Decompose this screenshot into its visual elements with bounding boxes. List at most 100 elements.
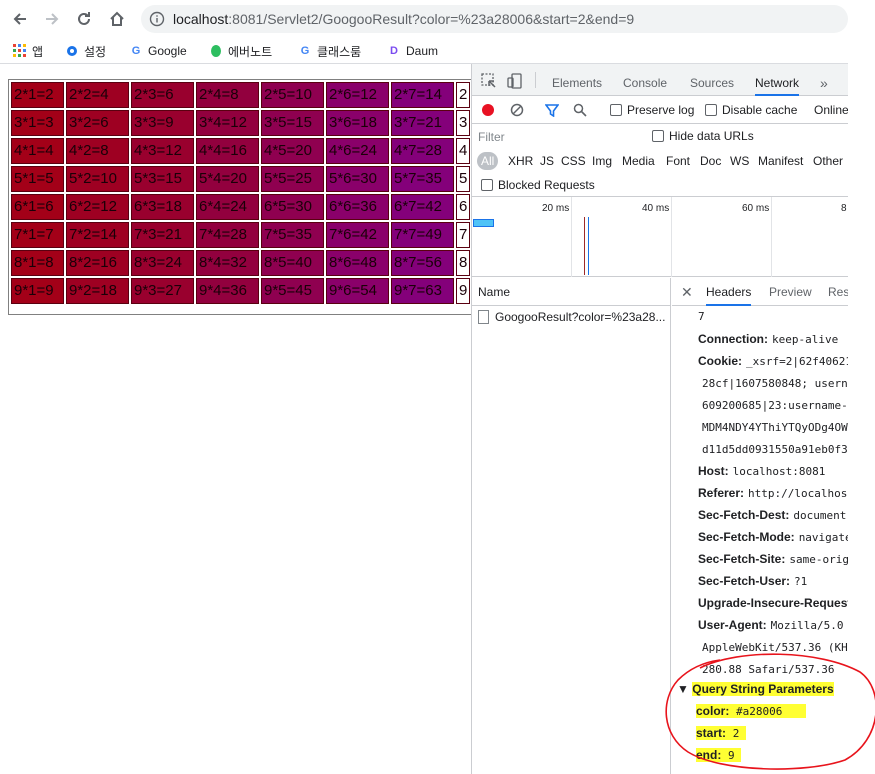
header-value: ?1 [794,575,808,588]
network-overview-timeline[interactable]: 20 ms 40 ms 60 ms 8 [472,197,848,277]
header-name: Sec-Fetch-User: [698,574,791,588]
forward-button[interactable] [41,8,63,30]
table-cell: 5*2=10 [66,166,129,192]
header-line: AppleWebKit/537.36 (KHT [698,640,848,654]
query-string-title: Query String Parameters [692,682,834,696]
bookmark-label: Google [148,44,187,58]
bookmarks-bar: 앱 설정 G Google 에버노트 G 클래스룸 D Daum [0,38,848,64]
address-bar[interactable]: localhost:8081/Servlet2/GoogooResult?col… [141,5,848,33]
table-cell: 8*7=56 [391,250,454,276]
tab-preview[interactable]: Preview [769,278,812,306]
bookmark-evernote[interactable]: 에버노트 [209,42,272,60]
table-cell: 6*3=18 [131,194,194,220]
throttling-select[interactable]: Online [814,103,848,117]
header-value: document [793,509,847,522]
device-toolbar-icon[interactable] [506,72,524,90]
filter-input[interactable] [476,127,638,146]
bookmark-settings[interactable]: 설정 [65,42,106,60]
url-text[interactable]: localhost:8081/Servlet2/GoogooResult?col… [173,11,634,27]
table-cell: 4*2=8 [66,138,129,164]
table-cell: 5*4=20 [196,166,259,192]
header-line: 28cf|1607580848; userna [698,376,848,390]
param-key: color: [696,704,730,718]
header-line: User-Agent: Mozilla/5.0 [698,618,844,632]
inspect-element-icon[interactable] [480,72,498,90]
gear-icon [67,46,77,56]
record-icon[interactable] [481,103,495,117]
table-cell: 7*3=21 [131,222,194,248]
checkbox-box [652,130,664,142]
tab-response[interactable]: Res [828,278,848,306]
table-cell: 6*7=42 [391,194,454,220]
type-filter-img[interactable]: Img [592,152,612,170]
type-filter-manifest[interactable]: Manifest [758,152,803,170]
table-row: 5*1=5 5*2=10 5*3=15 5*4=20 5*5=25 5*6=30 5*7=3… [11,166,471,192]
table-cell: 7*4=28 [196,222,259,248]
bookmark-apps[interactable]: 앱 [13,42,43,60]
reload-button[interactable] [73,8,95,30]
checkbox-box [481,179,493,191]
bookmark-daum[interactable]: D Daum [387,42,438,60]
tab-console[interactable]: Console [623,64,667,96]
bookmark-google[interactable]: G Google [129,42,187,60]
hide-data-urls-checkbox[interactable]: Hide data URLs [652,129,754,143]
blocked-requests-label: Blocked Requests [498,178,595,192]
query-param-color: color: #a28006 [696,702,806,720]
tab-network[interactable]: Network [755,64,800,96]
tab-sources[interactable]: Sources [690,64,734,96]
header-value: d11d5dd0931550a91eb0f32 [702,443,848,456]
request-row[interactable]: GoogooResult?color=%23a28... [472,306,670,328]
type-filter-xhr[interactable]: XHR [508,152,533,170]
header-line: Referer: http://localhos [698,486,847,500]
blocked-requests-checkbox[interactable]: Blocked Requests [481,178,595,192]
type-filter-font[interactable]: Font [666,152,690,170]
home-button[interactable] [106,8,128,30]
type-filter-all[interactable]: All [477,152,499,170]
table-cell: 2*7=14 [391,82,454,108]
back-button[interactable] [9,8,31,30]
timeline-tick: 40 ms [642,203,670,214]
header-fragment: 7 [698,310,705,323]
table-row: 2*1=2 2*2=4 2*3=6 2*4=8 2*5=10 2*6=12 2*7=14 2 [11,82,471,108]
table-cell: 4*4=16 [196,138,259,164]
table-cell: 3*2=6 [66,110,129,136]
table-cell: 8*6=48 [326,250,389,276]
table-cell: 8*2=16 [66,250,129,276]
type-filter-other[interactable]: Other [813,152,843,170]
type-filter-media[interactable]: Media [622,152,655,170]
more-tabs-button[interactable]: » [820,64,828,96]
request-timing-bar [473,219,494,227]
type-filter-js[interactable]: JS [540,152,554,170]
header-value: 280.88 Safari/537.36 [702,663,835,676]
param-value: #a28006 [736,705,783,718]
list-header-name[interactable]: Name [472,278,670,306]
type-filter-doc[interactable]: Doc [700,152,721,170]
close-detail-button[interactable]: ✕ [681,278,693,306]
table-cell: 7*1=7 [11,222,64,248]
table-cell: 7*5=35 [261,222,324,248]
table-cell: 9*3=27 [131,278,194,304]
arrow-left-icon [13,13,26,25]
gugu-table: 2*1=2 2*2=4 2*3=6 2*4=8 2*5=10 2*6=12 2*7=14 2 3… [9,80,472,306]
query-param-end: end: 9 [696,746,742,764]
checkbox-box [705,104,717,116]
type-filter-css[interactable]: CSS [561,152,586,170]
header-line: 609200685|23:username-1 [698,398,848,412]
timeline-tick: 20 ms [542,203,570,214]
tab-elements[interactable]: Elements [552,64,602,96]
table-cell: 9*1=9 [11,278,64,304]
table-cell: 2*1=2 [11,82,64,108]
info-icon[interactable] [149,11,165,27]
disable-cache-checkbox[interactable]: Disable cache [705,103,797,117]
query-string-parameters-section[interactable]: ▼ Query String Parameters [677,680,834,698]
bookmark-classroom[interactable]: G 클래스룸 [298,42,361,60]
tab-headers[interactable]: Headers [706,278,752,306]
timeline-gridline [671,197,672,277]
table-row: 3*1=3 3*2=6 3*3=9 3*4=12 3*5=15 3*6=18 3*7=21 3 [11,110,471,136]
preserve-log-checkbox[interactable]: Preserve log [610,103,694,117]
search-icon[interactable] [573,103,587,117]
table-cell: 4*5=20 [261,138,324,164]
filter-icon[interactable] [545,103,559,117]
type-filter-ws[interactable]: WS [730,152,749,170]
clear-icon[interactable] [510,103,524,117]
